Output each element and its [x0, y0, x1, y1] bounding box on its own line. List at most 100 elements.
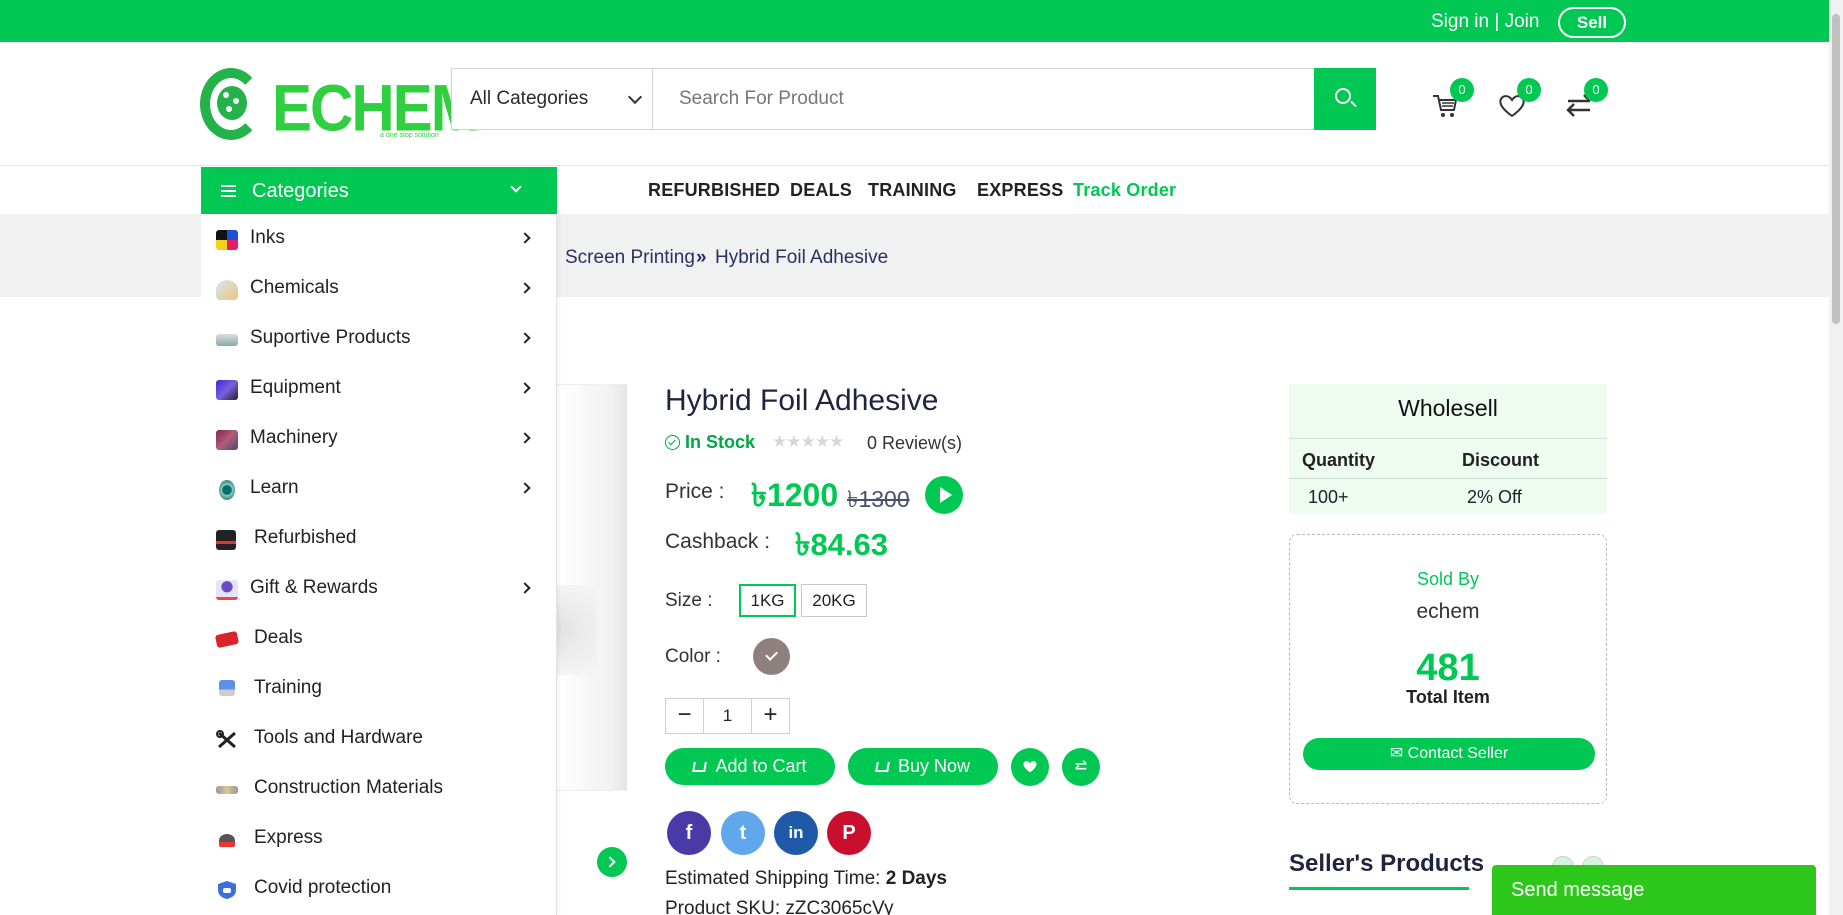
- facebook-share-icon[interactable]: f: [667, 811, 711, 855]
- add-to-cart-button[interactable]: Add to Cart: [665, 748, 835, 785]
- category-item-inks[interactable]: Inks: [201, 214, 557, 264]
- category-item-chemicals[interactable]: Chemicals: [201, 264, 557, 314]
- breadcrumb-current: Hybrid Foil Adhesive: [715, 247, 889, 268]
- quantity-decrease-button[interactable]: −: [666, 699, 703, 733]
- cart-icon: [875, 762, 890, 772]
- search-icon: [1335, 88, 1351, 104]
- sell-button[interactable]: Sell: [1558, 7, 1626, 38]
- quantity-value[interactable]: 1: [703, 699, 752, 733]
- category-item-gift-rewards[interactable]: Gift & Rewards: [201, 564, 557, 614]
- category-item-express[interactable]: Express: [201, 814, 557, 864]
- pinterest-share-icon[interactable]: P: [827, 811, 871, 855]
- category-item-covid-protection[interactable]: Covid protection: [201, 864, 557, 914]
- category-label: Express: [254, 827, 323, 848]
- category-label: Equipment: [250, 377, 341, 398]
- scrollbar-thumb[interactable]: [1832, 14, 1840, 324]
- nav-refurbished[interactable]: REFURBISHED: [648, 180, 780, 201]
- size-option-20kg[interactable]: 20KG: [801, 584, 867, 617]
- category-label: Suportive Products: [250, 327, 411, 348]
- echem-logo[interactable]: ECHEM a one stop solution: [200, 64, 481, 145]
- category-item-construction-materials[interactable]: Construction Materials: [201, 764, 557, 814]
- compare-button-product[interactable]: [1062, 748, 1100, 786]
- price-value: ৳1200: [751, 477, 839, 513]
- wishlist-count-badge: 0: [1517, 78, 1541, 102]
- category-label: Gift & Rewards: [250, 577, 378, 598]
- send-message-widget[interactable]: Send message: [1492, 865, 1816, 915]
- add-to-wishlist-button[interactable]: [1011, 748, 1049, 786]
- inks-icon: [216, 230, 238, 250]
- categories-toggle[interactable]: Categories: [201, 167, 557, 215]
- compare-arrows-icon: [1075, 760, 1087, 770]
- category-select[interactable]: All Categories: [451, 68, 652, 130]
- main-nav: Categories REFURBISHED DEALS TRAINING EX…: [0, 166, 1843, 215]
- cashback-value: ৳84.63: [795, 527, 889, 562]
- seller-total-label: Total Item: [1406, 687, 1490, 707]
- category-item-tools-hardware[interactable]: Tools and Hardware: [201, 714, 557, 764]
- gallery-next-arrow-icon[interactable]: [597, 847, 627, 877]
- seller-total-items: 481: [1416, 647, 1480, 689]
- category-label: Covid protection: [254, 877, 392, 898]
- supportive-products-icon: [216, 334, 238, 346]
- wishlist-button[interactable]: 0: [1497, 78, 1541, 126]
- category-select-value: All Categories: [470, 88, 589, 109]
- nav-training[interactable]: TRAINING: [868, 180, 957, 201]
- category-item-machinery[interactable]: Machinery: [201, 414, 557, 464]
- size-option-1kg[interactable]: 1KG: [739, 584, 796, 617]
- auth-links: Sign in | Join: [1431, 11, 1539, 33]
- search-button[interactable]: [1314, 68, 1376, 130]
- join-link[interactable]: Join: [1505, 11, 1540, 32]
- chevron-right-icon: [519, 482, 531, 494]
- sellers-products-underline: [1289, 887, 1469, 890]
- nav-track-order[interactable]: Track Order: [1073, 180, 1176, 201]
- compare-button[interactable]: 0: [1564, 78, 1608, 126]
- cart-button[interactable]: 0: [1430, 78, 1474, 126]
- breadcrumb-item[interactable]: Screen Printing: [565, 247, 695, 269]
- quantity-increase-button[interactable]: +: [752, 699, 789, 733]
- buy-now-label: Buy Now: [897, 756, 971, 776]
- category-item-supportive-products[interactable]: Suportive Products: [201, 314, 557, 364]
- sign-in-link[interactable]: Sign in: [1431, 11, 1489, 32]
- breadcrumb-separator: »: [696, 247, 707, 268]
- chevron-right-icon: [519, 382, 531, 394]
- sold-by-label: Sold By: [1416, 569, 1480, 589]
- learn-icon: [219, 480, 235, 500]
- seller-card: Sold By echem 481 Total Item ✉ Contact S…: [1289, 534, 1607, 804]
- color-swatch[interactable]: [753, 638, 790, 675]
- quantity-stepper: − 1 +: [665, 698, 790, 734]
- buy-now-button[interactable]: Buy Now: [848, 748, 998, 785]
- twitter-share-icon[interactable]: t: [721, 811, 765, 855]
- category-item-training[interactable]: Training: [201, 664, 557, 714]
- chat-icon: ✉: [1389, 745, 1408, 762]
- contact-seller-label: Contact Seller: [1407, 745, 1509, 762]
- categories-menu: Inks Chemicals Suportive Products Equipm…: [201, 214, 557, 915]
- search-input[interactable]: [652, 68, 1315, 130]
- category-label: Tools and Hardware: [254, 727, 423, 748]
- training-icon: [219, 680, 235, 696]
- linkedin-share-icon[interactable]: in: [774, 811, 818, 855]
- category-label: Inks: [250, 227, 285, 248]
- heart-icon: [1023, 760, 1037, 773]
- play-video-icon[interactable]: [925, 476, 963, 514]
- compare-count-badge: 0: [1584, 78, 1608, 102]
- product-image[interactable]: [557, 384, 627, 791]
- nav-express[interactable]: EXPRESS: [977, 180, 1063, 201]
- cart-icon: [692, 762, 708, 772]
- chevron-down-icon: [627, 89, 643, 105]
- category-item-deals[interactable]: Deals: [201, 614, 557, 664]
- reviews-count[interactable]: 0 Review(s): [867, 433, 962, 454]
- wholesale-col-discount: Discount: [1462, 450, 1540, 470]
- sku-value: zZC3065cVy: [785, 898, 894, 915]
- machinery-icon: [216, 430, 238, 450]
- page-scrollbar[interactable]: [1829, 0, 1843, 915]
- wholesale-row-quantity: 100+: [1308, 487, 1349, 507]
- chemicals-icon: [216, 280, 238, 300]
- nav-deals[interactable]: DEALS: [790, 180, 852, 201]
- equipment-icon: [216, 380, 238, 400]
- seller-name[interactable]: echem: [1290, 600, 1606, 624]
- logo-tagline: a one stop solution: [380, 132, 439, 139]
- logo-drop-icon: [217, 86, 247, 120]
- category-item-equipment[interactable]: Equipment: [201, 364, 557, 414]
- category-item-learn[interactable]: Learn: [201, 464, 557, 514]
- category-item-refurbished[interactable]: Refurbished: [201, 514, 557, 564]
- contact-seller-button[interactable]: ✉ Contact Seller: [1303, 738, 1595, 770]
